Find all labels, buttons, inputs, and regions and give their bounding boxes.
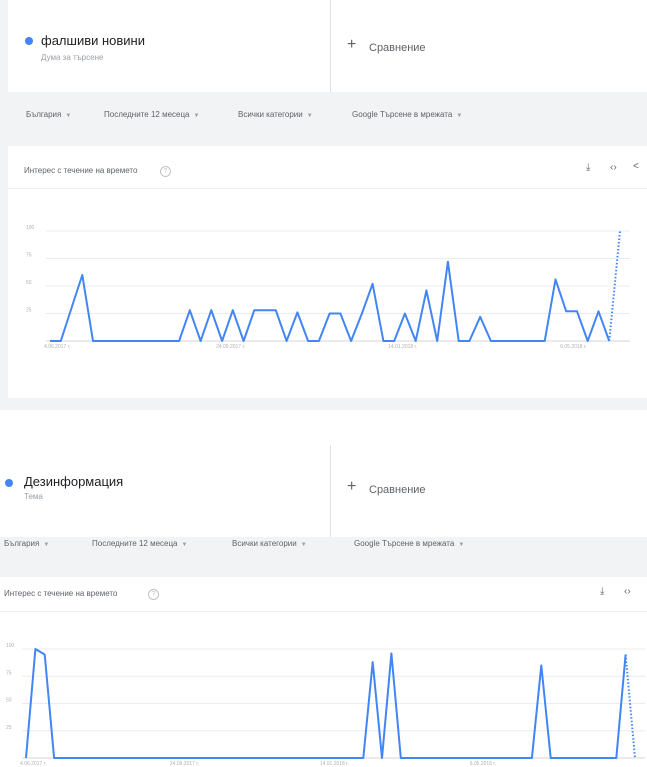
dropdown-caret-icon: ▼: [65, 113, 72, 119]
x-tick-label: 14.01.2018 г.: [388, 344, 417, 350]
filter-time-range[interactable]: Последните 12 месеца ▼: [104, 110, 199, 119]
dropdown-caret-icon: ▼: [193, 113, 200, 119]
y-tick-label: 25: [6, 725, 12, 731]
embed-icon[interactable]: ‹›: [624, 586, 631, 597]
series-line: [50, 260, 611, 342]
interest-over-time-card: Интерес с течение на времето ? ⤓ ‹› < 10…: [8, 146, 647, 398]
dropdown-caret-icon: ▼: [458, 542, 465, 548]
search-term-title[interactable]: фалшиви новини: [41, 33, 145, 48]
dropdown-caret-icon: ▼: [306, 113, 313, 119]
search-term-subtitle: Дума за търсене: [41, 53, 104, 62]
filter-bar: България ▼ Последните 12 месеца ▼ Всички к…: [0, 92, 647, 130]
filter-search-type[interactable]: Google Търсене в мрежата ▼: [352, 110, 462, 119]
partial-data-line: [624, 654, 636, 759]
y-tick-label: 100: [6, 643, 15, 649]
dropdown-caret-icon: ▼: [43, 542, 50, 548]
line-chart: 100 75 50 25 4.06.2017 г. 24.09.2017 г. 14.01.…: [6, 643, 645, 767]
search-term-subtitle: Тема: [24, 492, 43, 501]
dropdown-caret-icon: ▼: [456, 113, 463, 119]
y-tick-label: 25: [26, 308, 32, 314]
filter-time-range[interactable]: Последните 12 месеца ▼: [92, 539, 187, 548]
download-icon[interactable]: ⤓: [586, 162, 590, 173]
card-title: Интерес с течение на времето: [4, 589, 118, 598]
search-term-card[interactable]: фалшиви новини Дума за търсене: [8, 0, 330, 92]
y-tick-label: 100: [26, 225, 35, 231]
x-tick-label: 24.09.2017 г.: [216, 344, 245, 350]
compare-label: Сравнение: [369, 42, 426, 54]
filter-category[interactable]: Всички категории ▼: [232, 539, 307, 548]
y-tick-label: 75: [26, 253, 32, 259]
y-tick-label: 50: [26, 280, 32, 286]
filter-bar: България ▼ Последните 12 месеца ▼ Всички к…: [0, 527, 647, 565]
x-tick-label: 14.01.2018 г.: [320, 761, 349, 767]
trends-panel-disinformation: Дезинформация Тема + Сравнение България ▼…: [0, 445, 647, 767]
help-icon[interactable]: ?: [148, 589, 159, 600]
interest-over-time-card: Интерес с течение на времето ? ⤓ ‹› 100 7…: [0, 577, 647, 767]
search-term-title[interactable]: Дезинформация: [24, 474, 123, 489]
dropdown-caret-icon: ▼: [181, 542, 188, 548]
y-tick-label: 75: [6, 670, 12, 676]
share-icon[interactable]: <: [633, 161, 639, 172]
compare-button[interactable]: + Сравнение: [330, 0, 647, 92]
plus-icon: +: [347, 36, 357, 53]
help-icon[interactable]: ?: [160, 166, 171, 177]
x-tick-label: 24.09.2017 г.: [170, 761, 199, 767]
plus-icon: +: [347, 478, 357, 495]
x-tick-label: 6.05.2018 г.: [560, 344, 586, 350]
y-tick-label: 50: [6, 698, 12, 704]
x-tick-label: 4.06.2017 г.: [44, 344, 70, 350]
series-color-dot: [25, 37, 33, 45]
x-tick-label: 4.06.2017 г.: [20, 761, 46, 767]
x-tick-label: 6.05.2018 г.: [470, 761, 496, 767]
series-color-dot: [5, 479, 13, 487]
filter-region[interactable]: България ▼: [26, 110, 71, 119]
filter-category[interactable]: Всички категории ▼: [238, 110, 313, 119]
card-title: Интерес с течение на времето: [24, 166, 138, 175]
compare-button[interactable]: + Сравнение: [330, 445, 647, 537]
download-icon[interactable]: ⤓: [600, 586, 604, 597]
line-chart: 100 75 50 25 4.06.2017 г. 24.09.2017 г. 14.01.…: [26, 225, 630, 350]
filter-search-type[interactable]: Google Търсене в мрежата ▼: [354, 539, 464, 548]
compare-label: Сравнение: [369, 484, 426, 496]
trends-panel-fake-news: фалшиви новини Дума за търсене + Сравнен…: [0, 0, 647, 410]
search-term-card[interactable]: Дезинформация Тема: [0, 445, 330, 537]
embed-icon[interactable]: ‹›: [610, 162, 617, 173]
filter-region[interactable]: България ▼: [4, 539, 49, 548]
dropdown-caret-icon: ▼: [300, 542, 307, 548]
